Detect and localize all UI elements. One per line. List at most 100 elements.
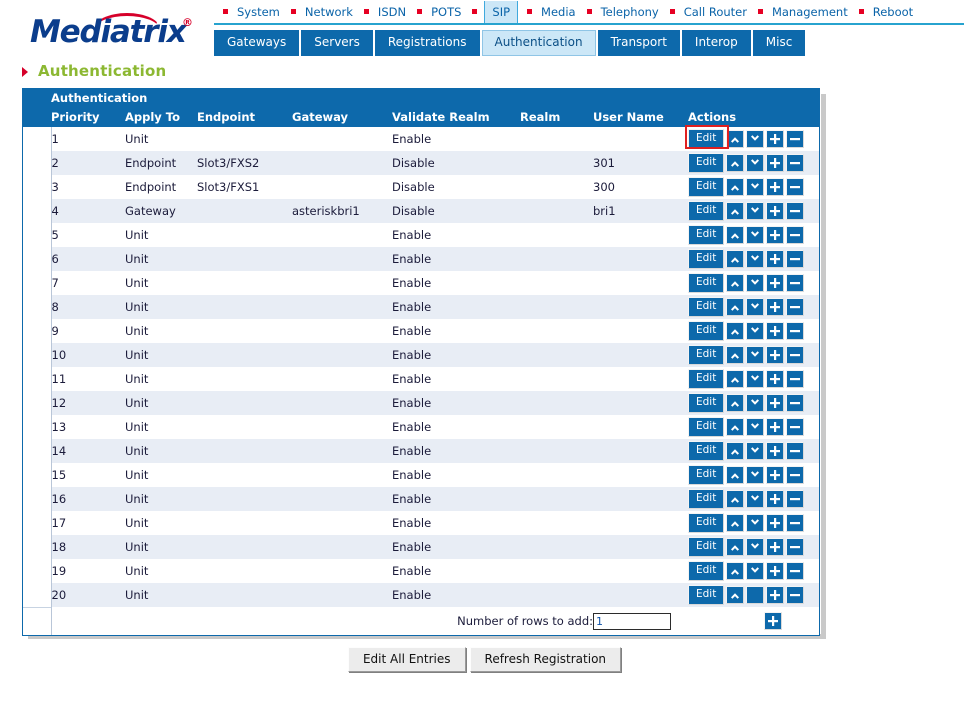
topnav-item-media[interactable]: Media xyxy=(539,2,578,22)
edit-button[interactable]: Edit xyxy=(688,489,725,509)
subtab-gateways[interactable]: Gateways xyxy=(214,30,300,56)
edit-button[interactable]: Edit xyxy=(688,441,725,461)
move-up-icon[interactable] xyxy=(726,466,745,484)
edit-button[interactable]: Edit xyxy=(688,369,725,389)
add-row-icon[interactable] xyxy=(766,562,785,580)
move-up-icon[interactable] xyxy=(726,202,745,220)
move-down-icon[interactable] xyxy=(746,250,765,268)
subtab-misc[interactable]: Misc xyxy=(752,30,806,56)
add-row-icon[interactable] xyxy=(766,442,785,460)
move-up-icon[interactable] xyxy=(726,394,745,412)
edit-button[interactable]: Edit xyxy=(688,297,725,317)
remove-row-icon[interactable] xyxy=(786,129,805,148)
move-down-icon[interactable] xyxy=(746,466,765,484)
edit-button[interactable]: Edit xyxy=(688,225,725,245)
edit-button[interactable]: Edit xyxy=(688,465,725,485)
remove-row-icon[interactable] xyxy=(786,154,805,172)
remove-row-icon[interactable] xyxy=(786,490,805,508)
topnav-item-pots[interactable]: POTS xyxy=(429,2,463,22)
topnav-item-reboot[interactable]: Reboot xyxy=(871,2,915,22)
move-up-icon[interactable] xyxy=(726,298,745,316)
edit-button[interactable]: Edit xyxy=(688,537,725,557)
remove-row-icon[interactable] xyxy=(786,370,805,388)
add-row-icon[interactable] xyxy=(766,322,785,340)
move-down-icon[interactable] xyxy=(746,370,765,388)
edit-button[interactable]: Edit xyxy=(688,393,725,413)
rows-to-add-input[interactable] xyxy=(593,612,671,630)
move-down-icon[interactable] xyxy=(746,418,765,436)
add-row-icon[interactable] xyxy=(766,538,785,556)
move-up-icon[interactable] xyxy=(726,129,745,148)
move-up-icon[interactable] xyxy=(726,418,745,436)
move-up-icon[interactable] xyxy=(726,274,745,292)
move-down-icon[interactable] xyxy=(746,562,765,580)
edit-button[interactable]: Edit xyxy=(688,153,725,173)
remove-row-icon[interactable] xyxy=(786,466,805,484)
remove-row-icon[interactable] xyxy=(786,322,805,340)
add-row-icon[interactable] xyxy=(766,178,785,196)
remove-row-icon[interactable] xyxy=(786,394,805,412)
add-row-icon[interactable] xyxy=(766,490,785,508)
move-down-icon[interactable] xyxy=(746,442,765,460)
add-row-icon[interactable] xyxy=(766,514,785,532)
move-up-icon[interactable] xyxy=(726,346,745,364)
add-row-icon[interactable] xyxy=(766,346,785,364)
topnav-item-call-router[interactable]: Call Router xyxy=(682,2,749,22)
move-down-icon[interactable] xyxy=(746,514,765,532)
move-up-icon[interactable] xyxy=(726,562,745,580)
move-down-icon[interactable] xyxy=(746,298,765,316)
remove-row-icon[interactable] xyxy=(786,346,805,364)
move-up-icon[interactable] xyxy=(726,490,745,508)
move-up-icon[interactable] xyxy=(726,226,745,244)
edit-button[interactable]: Edit xyxy=(688,345,725,365)
remove-row-icon[interactable] xyxy=(786,274,805,292)
move-up-icon[interactable] xyxy=(726,514,745,532)
edit-button[interactable]: Edit xyxy=(688,273,725,293)
edit-all-entries-button[interactable]: Edit All Entries xyxy=(347,647,466,672)
edit-button[interactable]: Edit xyxy=(688,561,725,581)
move-up-icon[interactable] xyxy=(726,370,745,388)
remove-row-icon[interactable] xyxy=(786,514,805,532)
subtab-servers[interactable]: Servers xyxy=(301,30,373,56)
move-up-icon[interactable] xyxy=(726,250,745,268)
move-down-icon[interactable] xyxy=(746,154,765,172)
move-up-icon[interactable] xyxy=(726,442,745,460)
add-row-icon[interactable] xyxy=(766,298,785,316)
edit-button[interactable]: Edit xyxy=(688,128,725,149)
remove-row-icon[interactable] xyxy=(786,442,805,460)
add-row-icon[interactable] xyxy=(766,394,785,412)
subtab-transport[interactable]: Transport xyxy=(597,30,680,56)
move-up-icon[interactable] xyxy=(726,178,745,196)
edit-button[interactable]: Edit xyxy=(688,249,725,269)
move-down-icon[interactable] xyxy=(746,322,765,340)
remove-row-icon[interactable] xyxy=(786,586,805,604)
topnav-item-sip[interactable]: SIP xyxy=(484,0,519,23)
subtab-interop[interactable]: Interop xyxy=(681,30,751,56)
subtab-registrations[interactable]: Registrations xyxy=(374,30,480,56)
edit-button[interactable]: Edit xyxy=(688,201,725,221)
remove-row-icon[interactable] xyxy=(786,226,805,244)
subtab-authentication[interactable]: Authentication xyxy=(481,30,596,56)
edit-button[interactable]: Edit xyxy=(688,417,725,437)
add-row-icon[interactable] xyxy=(766,154,785,172)
move-up-icon[interactable] xyxy=(726,586,745,604)
move-down-icon[interactable] xyxy=(746,129,765,148)
remove-row-icon[interactable] xyxy=(786,562,805,580)
move-down-icon[interactable] xyxy=(746,274,765,292)
edit-button[interactable]: Edit xyxy=(688,585,725,605)
add-row-icon[interactable] xyxy=(766,370,785,388)
add-row-icon[interactable] xyxy=(766,202,785,220)
remove-row-icon[interactable] xyxy=(786,418,805,436)
remove-row-icon[interactable] xyxy=(786,538,805,556)
move-up-icon[interactable] xyxy=(726,538,745,556)
add-row-icon[interactable] xyxy=(766,586,785,604)
move-up-icon[interactable] xyxy=(726,322,745,340)
edit-button[interactable]: Edit xyxy=(688,321,725,341)
add-row-icon[interactable] xyxy=(766,418,785,436)
add-row-icon[interactable] xyxy=(766,466,785,484)
move-down-icon[interactable] xyxy=(746,490,765,508)
move-down-icon[interactable] xyxy=(746,226,765,244)
move-down-icon[interactable] xyxy=(746,346,765,364)
move-up-icon[interactable] xyxy=(726,154,745,172)
add-rows-button[interactable] xyxy=(764,612,782,631)
